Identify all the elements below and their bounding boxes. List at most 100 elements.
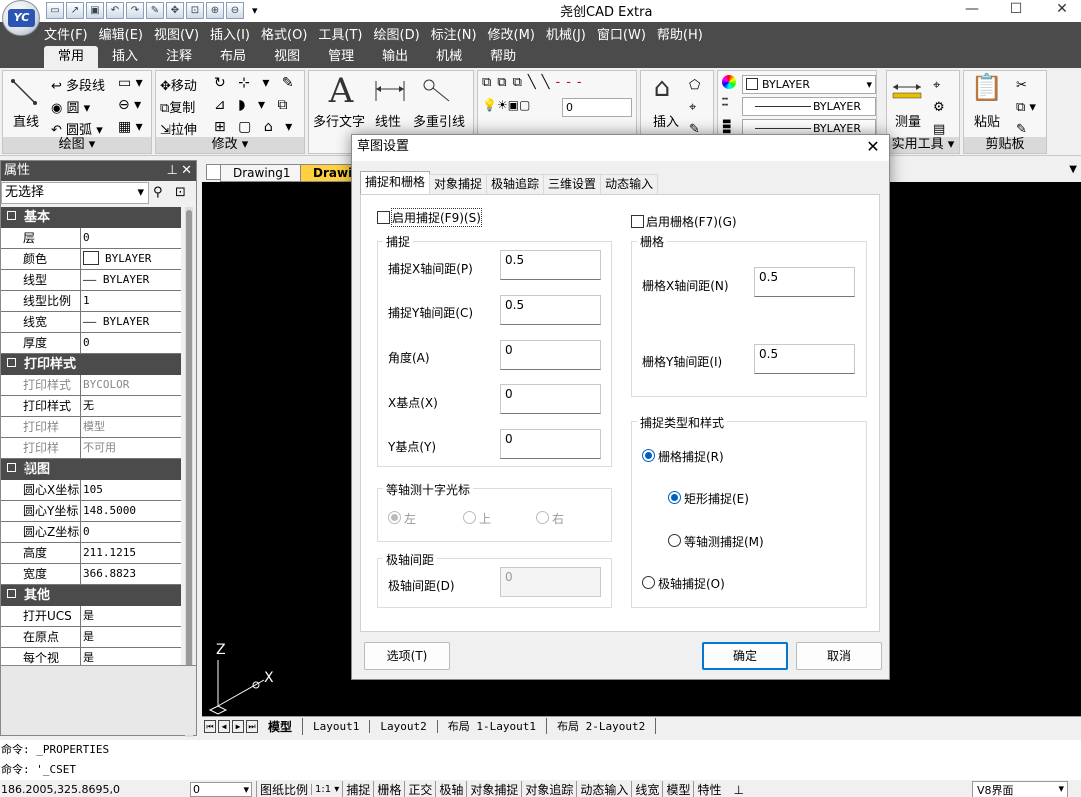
property-value[interactable]: 1 [81, 291, 181, 312]
property-row[interactable]: 线型 —— BYLAYER [1, 270, 181, 291]
redo-icon[interactable]: ↷ [126, 1, 144, 19]
polar-snap-radio[interactable] [642, 576, 655, 589]
property-category[interactable]: 其他 [1, 585, 181, 606]
text-icon[interactable]: A [323, 71, 359, 111]
toggle-osnap[interactable]: 对象捕捉 [466, 781, 521, 797]
enable-snap-checkbox[interactable] [377, 211, 390, 224]
polar-distance-input[interactable]: 0 [500, 567, 601, 597]
property-value[interactable]: 是 [81, 627, 181, 648]
menu-tools[interactable]: 工具(T) [318, 24, 362, 43]
status-more-icon[interactable]: ⊥ [730, 783, 746, 797]
qat-dropdown-icon[interactable]: ▾ [252, 4, 258, 17]
modify-group-label[interactable]: 修改 ▾ [156, 137, 304, 153]
insert-button[interactable]: 插入 [653, 111, 679, 130]
menu-mechanical[interactable]: 机械(J) [546, 24, 586, 43]
app-logo[interactable]: YC [2, 0, 40, 36]
quick-select-icon[interactable]: ⚲ [153, 185, 163, 200]
property-value[interactable]: —— BYLAYER [81, 312, 181, 333]
multileader-icon[interactable] [421, 77, 455, 105]
copy-button[interactable]: ⧉复制 [160, 97, 195, 116]
property-value[interactable]: 0 [81, 522, 181, 543]
cancel-button[interactable]: 取消 [796, 642, 882, 670]
layout-tab-layout2-copy[interactable]: 布局 2-Layout2 [547, 718, 657, 734]
property-value[interactable]: 105 [81, 480, 181, 501]
undo-icon[interactable]: ↶ [106, 1, 124, 19]
linear-button[interactable]: 线性 [375, 111, 401, 130]
tab-manage[interactable]: 管理 [314, 46, 368, 68]
grid-y-input[interactable]: 0.5 [754, 344, 855, 374]
ok-button[interactable]: 确定 [702, 642, 788, 670]
iso-top-radio[interactable] [463, 511, 476, 524]
toggle-model[interactable]: 模型 [662, 781, 693, 797]
property-category[interactable]: 打印样式 [1, 354, 181, 375]
linear-dimension-icon[interactable] [373, 79, 407, 103]
circle-button[interactable]: ◉ 圆 ▾ [51, 97, 90, 116]
layout-tab-layout2[interactable]: Layout2 [370, 719, 438, 733]
cut-copy-icon[interactable]: ✂ ⧉ ▾ ✎ [1016, 75, 1036, 141]
options-button[interactable]: 选项(T) [364, 642, 450, 670]
minimize-button[interactable]: — [950, 0, 994, 20]
close-window-button[interactable]: ✕ [1040, 0, 1081, 20]
zoom-realtime-icon[interactable]: ⊕ [206, 1, 224, 19]
move-button[interactable]: ✥移动 [160, 75, 197, 94]
property-row[interactable]: 每个视口...是 [1, 648, 181, 665]
property-row[interactable]: 线宽 —— BYLAYER [1, 312, 181, 333]
color-combo[interactable]: BYLAYER ▾ [742, 75, 876, 94]
toggle-properties[interactable]: 特性 [693, 781, 724, 797]
toggle-snap[interactable]: 捕捉 [342, 781, 373, 797]
zoom-window-icon[interactable]: ⊡ [186, 1, 204, 19]
tab-polar-tracking[interactable]: 极轴追踪 [486, 174, 545, 194]
arc-button[interactable]: ↶ 圆弧 ▾ [51, 119, 103, 138]
tab-help[interactable]: 帮助 [476, 46, 530, 68]
property-value[interactable]: 是 [81, 648, 181, 665]
mirror-icon[interactable]: ⊿ ◗ ▾ ⧉ [214, 97, 291, 113]
property-value[interactable]: 148.5000 [81, 501, 181, 522]
pin-icon[interactable]: ⊥ [167, 161, 178, 181]
hatch-icon[interactable]: ▦ ▾ [118, 119, 143, 135]
ui-mode-combo[interactable]: V8界面 ▾ [972, 780, 1068, 797]
property-row[interactable]: 厚度 0 [1, 333, 181, 354]
property-row[interactable]: 打印样式 BYCOLOR [1, 375, 181, 396]
property-category[interactable]: 基本 [1, 207, 181, 228]
paste-button[interactable]: 粘贴 [974, 111, 1000, 130]
y-base-input[interactable]: 0 [500, 429, 601, 459]
menu-insert[interactable]: 插入(I) [210, 24, 250, 43]
snap-x-input[interactable]: 0.5 [500, 250, 601, 280]
line-icon[interactable] [9, 77, 39, 107]
property-value[interactable]: 是 [81, 606, 181, 627]
property-value[interactable]: 0 [81, 333, 181, 354]
property-row[interactable]: 宽度 366.8823 [1, 564, 181, 585]
tab-view[interactable]: 视图 [260, 46, 314, 68]
menu-draw[interactable]: 绘图(D) [374, 24, 420, 43]
color-wheel-icon[interactable] [722, 75, 736, 89]
scale-combo[interactable]: 0 ▾ [190, 782, 252, 797]
tab-mechanical[interactable]: 机械 [422, 46, 476, 68]
enable-grid-checkbox[interactable] [631, 215, 644, 228]
collapse-icon[interactable] [7, 463, 16, 472]
prev-layout-icon[interactable]: ◀ [218, 719, 230, 733]
new-icon[interactable]: ▭ [46, 1, 64, 19]
tab-layout[interactable]: 布局 [206, 46, 260, 68]
menu-help[interactable]: 帮助(H) [657, 24, 703, 43]
line-button[interactable]: 直线 [13, 111, 39, 130]
tab-drawing1[interactable]: Drawing1 [220, 164, 304, 182]
tab-list-icon[interactable]: ▼ [1069, 164, 1077, 175]
property-row[interactable]: 打印样式... 不可用 [1, 438, 181, 475]
property-value[interactable]: 211.1215 [81, 543, 181, 564]
rectangle-icon[interactable]: ▭ ▾ [118, 75, 143, 91]
layer-combo[interactable]: 0 [562, 98, 632, 117]
toggle-grid[interactable]: 栅格 [373, 781, 404, 797]
property-value[interactable]: 无 [81, 396, 181, 417]
rotate-icon[interactable]: ↻ ⊹ ▾ ✎ [214, 75, 298, 91]
utilities-group-label[interactable]: 实用工具 ▾ [887, 137, 959, 153]
property-row[interactable]: 圆心X坐标 105 [1, 480, 181, 501]
first-layout-icon[interactable]: ⏮ [204, 719, 216, 733]
tab-output[interactable]: 输出 [368, 46, 422, 68]
property-row[interactable]: 在原点显...是 [1, 627, 181, 664]
measure-button[interactable]: 测量 [895, 111, 921, 130]
toggle-dyn[interactable]: 动态输入 [576, 781, 631, 797]
dialog-close-icon[interactable]: ✕ [863, 137, 883, 157]
block-tools-icon[interactable]: ⬠ ⌖ ✎ [689, 75, 700, 141]
property-row[interactable]: 打印样式表无 [1, 396, 181, 433]
toggle-ortho[interactable]: 正交 [404, 781, 435, 797]
